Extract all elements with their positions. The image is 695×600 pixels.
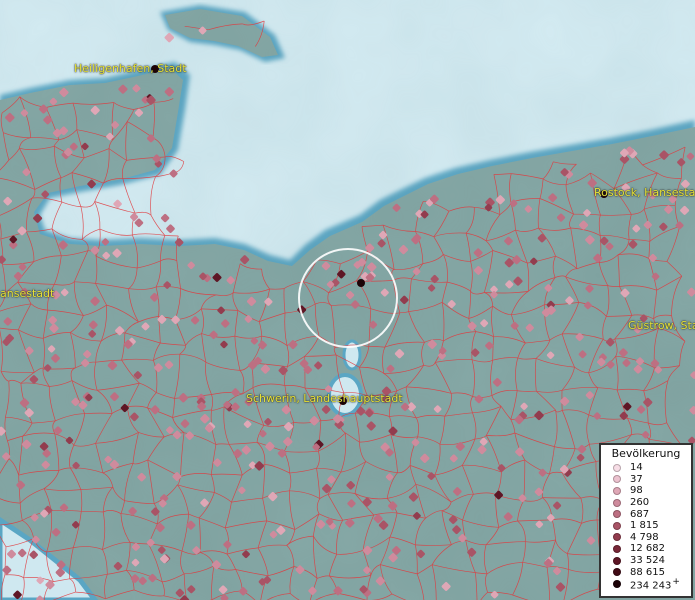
legend-item: 4 798	[601, 532, 691, 544]
legend-swatch-icon	[613, 544, 621, 553]
legend-item: 1 815	[601, 520, 691, 532]
legend-item: 12 682	[601, 543, 691, 555]
legend-label: 234 243+	[630, 576, 680, 591]
legend-swatch-icon	[613, 475, 621, 484]
legend-swatch-icon	[613, 486, 621, 495]
legend-item: 260	[601, 497, 691, 509]
map-canvas[interactable]	[0, 0, 695, 600]
legend-label: 37	[630, 473, 643, 485]
place-label-schwerin: Schwerin, Landeshauptstadt	[246, 392, 403, 405]
legend-swatch-icon	[613, 533, 621, 542]
legend-label: 33 524	[630, 555, 665, 567]
legend-label: 4 798	[630, 531, 659, 543]
legend-swatch-icon	[613, 579, 621, 588]
legend-items: 14 37 98 260 687 1 815 4 798 12 682 33 524 88 615…	[601, 462, 691, 591]
population-legend: Bevölkerung 14 37 98 260 687 1 815 4 798 12 682…	[599, 443, 693, 598]
legend-item: 37	[601, 474, 691, 486]
place-label-heiligenhafen: Heiligenhafen, Stadt	[74, 62, 187, 75]
legend-swatch-icon	[613, 510, 621, 519]
legend-item: 33 524	[601, 555, 691, 567]
place-label-hansestadt-west: ansestadt	[0, 287, 55, 300]
legend-swatch-icon	[613, 568, 621, 577]
legend-label: 1 815	[630, 520, 659, 532]
legend-label: 12 682	[630, 543, 665, 555]
place-label-guestrow: Güstrow, Stad	[628, 319, 695, 332]
place-label-rostock: Rostock, Hansestadt	[594, 186, 695, 199]
legend-item: 687	[601, 508, 691, 520]
legend-swatch-icon	[613, 521, 621, 530]
legend-plus: +	[672, 576, 680, 587]
legend-label: 98	[630, 485, 643, 497]
legend-item: 234 243+	[601, 576, 691, 591]
legend-label: 14	[630, 462, 643, 474]
legend-title: Bevölkerung	[611, 447, 681, 460]
legend-swatch-icon	[613, 498, 621, 507]
legend-swatch-icon	[613, 463, 621, 472]
land-area	[0, 0, 695, 600]
legend-label: 687	[630, 508, 650, 520]
legend-label: 260	[630, 497, 650, 509]
legend-item: 14	[601, 462, 691, 474]
city-marker[interactable]	[357, 279, 365, 287]
legend-item: 98	[601, 485, 691, 497]
legend-swatch-icon	[613, 556, 621, 565]
